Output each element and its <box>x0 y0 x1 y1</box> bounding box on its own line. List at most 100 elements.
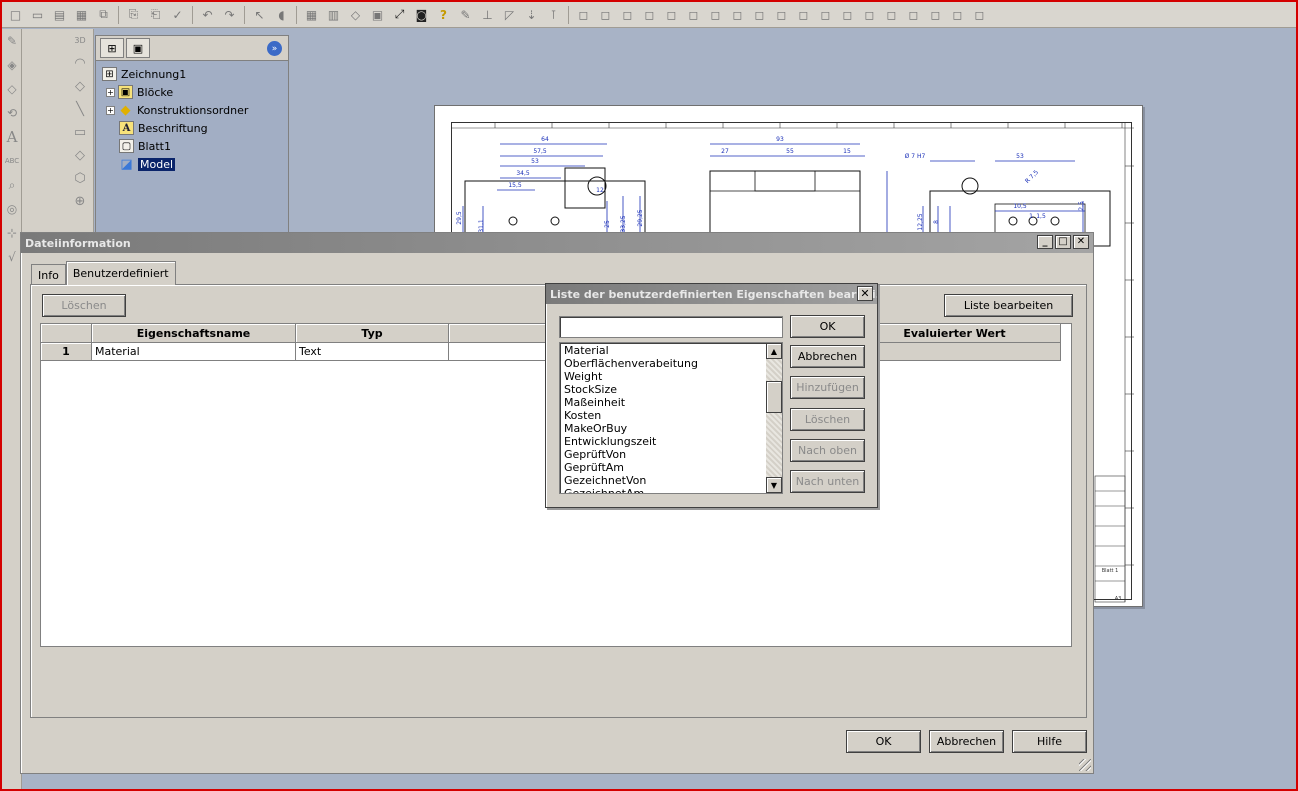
list-item[interactable]: Material <box>564 344 766 357</box>
add-button[interactable]: Hinzufügen <box>790 376 865 399</box>
list-item[interactable]: Maßeinheit <box>564 396 766 409</box>
grid-header-evaluated[interactable]: Evaluierter Wert <box>849 324 1061 343</box>
scroll-up-button[interactable]: ▲ <box>766 343 782 359</box>
row-number[interactable]: 1 <box>41 343 92 361</box>
ok-button[interactable]: OK <box>846 730 921 753</box>
tab-info[interactable]: Info <box>31 264 66 285</box>
tree-item[interactable]: + ◆ Konstruktionsordner <box>100 101 284 119</box>
hexagon-tool-icon[interactable]: ⬡ <box>66 167 94 190</box>
symbol-icon[interactable]: √ <box>2 245 22 269</box>
balloon-icon[interactable]: ◎ <box>2 197 22 221</box>
tool-icon[interactable]: ✎ <box>455 5 476 25</box>
layers-icon[interactable]: ▥ <box>323 5 344 25</box>
new-icon[interactable]: □ <box>5 5 26 25</box>
view-icon[interactable]: ▣ <box>367 5 388 25</box>
text-tool-icon[interactable]: A <box>2 125 22 149</box>
tree-item[interactable]: A Beschriftung <box>100 119 284 137</box>
sketch-icon[interactable]: ✎ <box>2 29 22 53</box>
list-item[interactable]: GezeichnetAm <box>564 487 766 493</box>
list-item[interactable]: MakeOrBuy <box>564 422 766 435</box>
shape-icon[interactable]: ◖ <box>271 5 292 25</box>
list-item[interactable]: GezeichnetVon <box>564 474 766 487</box>
close-button[interactable]: ✕ <box>1073 235 1089 249</box>
measure-icon[interactable]: ⊥ <box>477 5 498 25</box>
box-10-icon[interactable]: ◻ <box>771 5 792 25</box>
help-button[interactable]: Hilfe <box>1012 730 1087 753</box>
spell-icon[interactable]: ABC <box>2 149 22 173</box>
expand-plus-icon[interactable]: + <box>106 105 115 115</box>
browser-tab-properties[interactable]: ▣ <box>126 38 150 58</box>
list-item[interactable]: Oberflächenverabeitung <box>564 357 766 370</box>
resize-grip[interactable] <box>1079 759 1091 771</box>
property-list[interactable]: Material Oberflächenverabeitung Weight Stoc… <box>559 342 783 494</box>
expand-plus-icon[interactable]: + <box>106 87 115 97</box>
box-5-icon[interactable]: ◻ <box>661 5 682 25</box>
select-icon[interactable]: ↖ <box>249 5 270 25</box>
grid-icon[interactable]: ▦ <box>301 5 322 25</box>
list-item[interactable]: Entwicklungszeit <box>564 435 766 448</box>
maximize-button[interactable]: □ <box>1055 235 1071 249</box>
rectangle-tool-icon[interactable]: ▭ <box>66 121 94 144</box>
arc-icon[interactable]: ⟲ <box>2 101 22 125</box>
list-item[interactable]: Weight <box>564 370 766 383</box>
delete-row-button[interactable]: Löschen <box>42 294 126 317</box>
list-item[interactable]: GeprüftVon <box>564 448 766 461</box>
copy-icon[interactable]: ⎗ <box>145 5 166 25</box>
list-item[interactable]: GeprüftAm <box>564 461 766 474</box>
box-4-icon[interactable]: ◻ <box>639 5 660 25</box>
box-15-icon[interactable]: ◻ <box>881 5 902 25</box>
spellcheck-icon[interactable]: ✓ <box>167 5 188 25</box>
curve-icon[interactable]: ◈ <box>2 53 22 77</box>
measure-tool-icon[interactable]: ◇ <box>66 75 94 98</box>
box-9-icon[interactable]: ◻ <box>749 5 770 25</box>
scroll-down-button[interactable]: ▼ <box>766 477 782 493</box>
polygon-tool-icon[interactable]: ◇ <box>66 144 94 167</box>
dimension-icon[interactable]: ◇ <box>2 77 22 101</box>
tree-item[interactable]: ◪ Model <box>100 155 284 173</box>
open-icon[interactable]: ▭ <box>27 5 48 25</box>
minimize-button[interactable]: _ <box>1037 235 1053 249</box>
move-down-button[interactable]: Nach unten <box>790 470 865 493</box>
tree-item[interactable]: + ▣ Blöcke <box>100 83 284 101</box>
list-item[interactable]: StockSize <box>564 383 766 396</box>
box-8-icon[interactable]: ◻ <box>727 5 748 25</box>
box-17-icon[interactable]: ◻ <box>925 5 946 25</box>
list-item[interactable]: Kosten <box>564 409 766 422</box>
line-tool-icon[interactable]: ╲ <box>66 98 94 121</box>
move-up-button[interactable]: Nach oben <box>790 439 865 462</box>
box-12-icon[interactable]: ◻ <box>815 5 836 25</box>
cell-name[interactable]: Material <box>92 343 296 361</box>
list-scrollbar[interactable]: ▲ ▼ <box>766 343 782 493</box>
tree-item[interactable]: ⊞ Zeichnung1 <box>100 65 284 83</box>
cancel-button[interactable]: Abbrechen <box>929 730 1004 753</box>
print-preview-icon[interactable]: ▦ <box>71 5 92 25</box>
tree-item[interactable]: ▢ Blatt1 <box>100 137 284 155</box>
tab-custom[interactable]: Benutzerdefiniert <box>65 261 176 285</box>
cell-type[interactable]: Text <box>296 343 449 361</box>
box-18-icon[interactable]: ◻ <box>947 5 968 25</box>
view-cube-icon[interactable]: ◇ <box>345 5 366 25</box>
circle-tool-icon[interactable]: ⊕ <box>66 190 94 213</box>
help-icon[interactable]: ? <box>433 5 454 25</box>
box-16-icon[interactable]: ◻ <box>903 5 924 25</box>
3d-line-icon[interactable]: 3D <box>66 29 94 52</box>
arrow-down-icon[interactable]: ⇣ <box>521 5 542 25</box>
3d-arc-icon[interactable]: ◠ <box>66 52 94 75</box>
save-icon[interactable]: ▤ <box>49 5 70 25</box>
sub-cancel-button[interactable]: Abbrechen <box>790 345 865 368</box>
tolerance-icon[interactable]: ⊹ <box>2 221 22 245</box>
camera-icon[interactable]: ◙ <box>411 5 432 25</box>
box-2-icon[interactable]: ◻ <box>595 5 616 25</box>
redo-icon[interactable]: ↷ <box>219 5 240 25</box>
browser-tab-model[interactable]: ⊞ <box>100 38 124 58</box>
subdialog-close-button[interactable]: ✕ <box>857 286 873 301</box>
property-name-input[interactable] <box>559 316 783 338</box>
publish-icon[interactable]: ⧉ <box>93 5 114 25</box>
box-7-icon[interactable]: ◻ <box>705 5 726 25</box>
pin-icon[interactable]: ⊺ <box>543 5 564 25</box>
sub-ok-button[interactable]: OK <box>790 315 865 338</box>
box-11-icon[interactable]: ◻ <box>793 5 814 25</box>
grid-header-type[interactable]: Typ <box>296 324 449 343</box>
expand-browser-button[interactable]: » <box>267 41 282 56</box>
undo-icon[interactable]: ↶ <box>197 5 218 25</box>
